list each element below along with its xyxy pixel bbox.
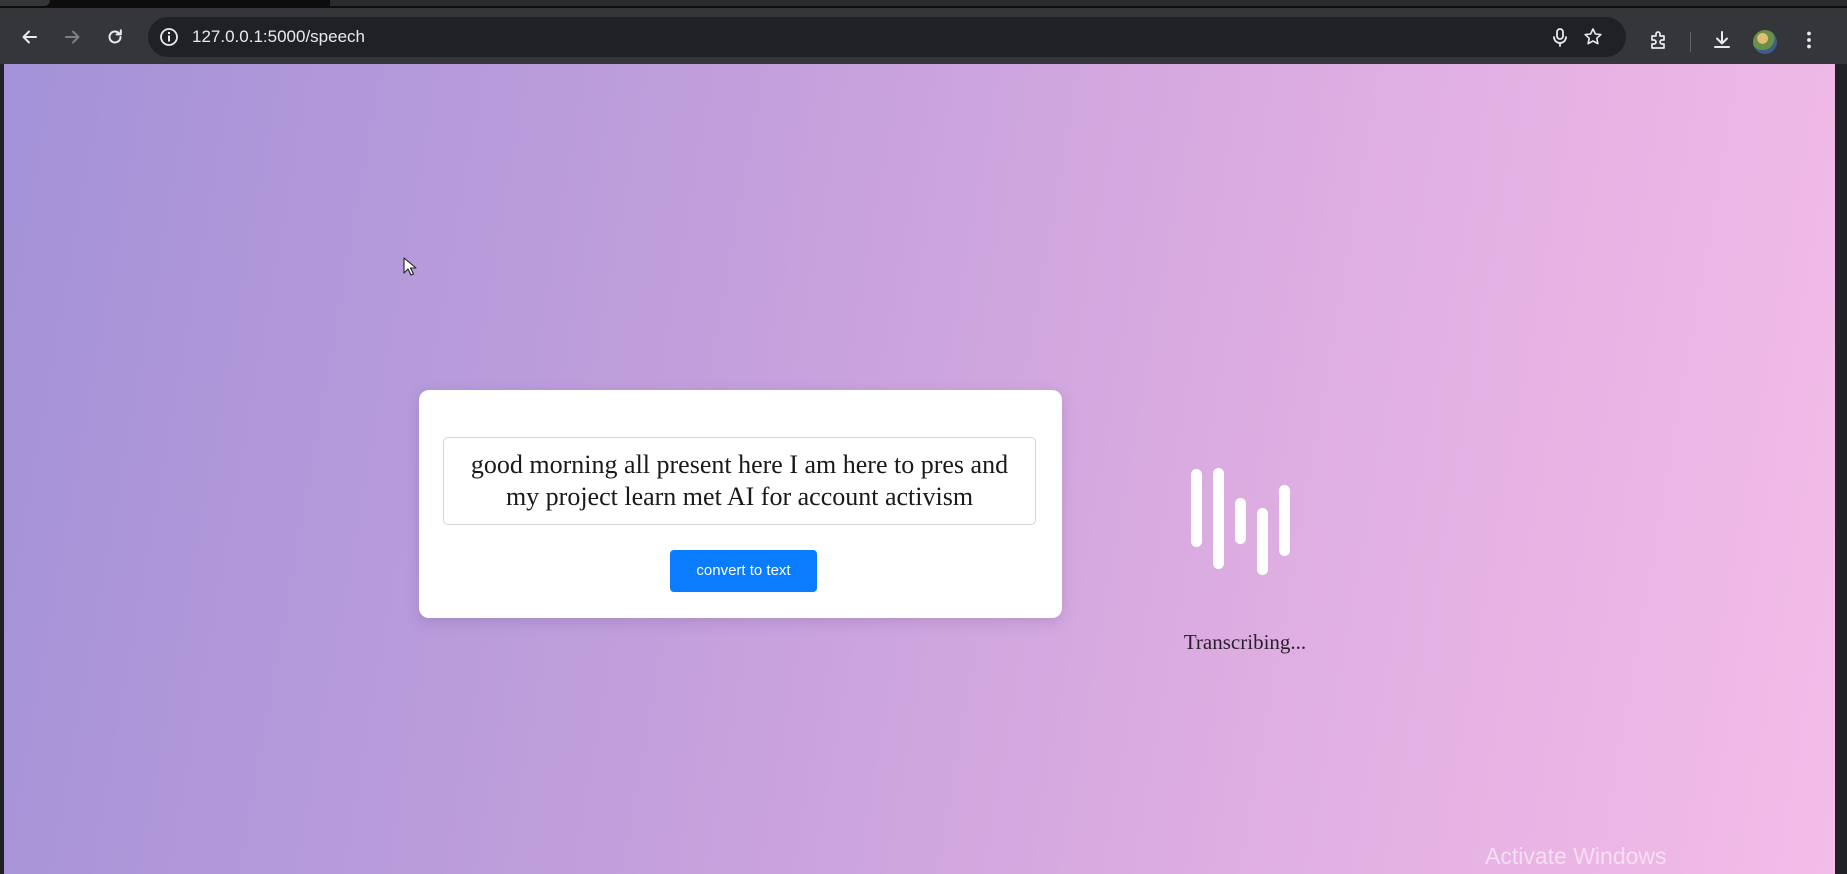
reload-button[interactable] bbox=[98, 20, 132, 54]
transcript-output[interactable]: good morning all present here I am here … bbox=[443, 437, 1036, 525]
speech-card: good morning all present here I am here … bbox=[419, 390, 1062, 618]
profile-avatar[interactable] bbox=[1753, 30, 1777, 54]
wave-bar bbox=[1213, 468, 1224, 569]
activate-windows-watermark: Activate Windows bbox=[1485, 843, 1667, 869]
browser-toolbar: 127.0.0.1:5000/speech bbox=[0, 8, 1847, 64]
extensions-icon[interactable] bbox=[1647, 28, 1671, 52]
transcribing-status: Transcribing... bbox=[1183, 630, 1307, 654]
back-icon bbox=[22, 30, 37, 44]
convert-to-text-button[interactable]: convert to text bbox=[670, 550, 817, 592]
address-bar[interactable]: 127.0.0.1:5000/speech bbox=[148, 17, 1626, 57]
forward-icon bbox=[65, 30, 80, 44]
tab-strip bbox=[0, 0, 1847, 8]
downloads-icon[interactable] bbox=[1710, 28, 1734, 52]
toolbar-separator bbox=[1690, 32, 1691, 52]
wave-bar bbox=[1257, 508, 1268, 575]
url-text[interactable]: 127.0.0.1:5000/speech bbox=[192, 17, 365, 57]
browser-window: 127.0.0.1:5000/speech good morning all p… bbox=[0, 0, 1847, 874]
wave-bar bbox=[1191, 469, 1202, 547]
bookmark-star-icon[interactable] bbox=[1582, 26, 1604, 48]
page-viewport: good morning all present here I am here … bbox=[4, 64, 1835, 874]
audio-waveform-icon bbox=[1191, 466, 1301, 576]
active-tab-edge[interactable] bbox=[0, 0, 50, 6]
microphone-icon[interactable] bbox=[1549, 26, 1571, 48]
back-button[interactable] bbox=[13, 20, 47, 54]
wave-bar bbox=[1279, 485, 1290, 556]
more-menu-icon[interactable] bbox=[1797, 28, 1821, 52]
wave-bar bbox=[1235, 498, 1246, 544]
window-border-right bbox=[1835, 64, 1847, 874]
reload-icon bbox=[108, 29, 122, 44]
forward-button[interactable] bbox=[55, 20, 89, 54]
info-icon[interactable] bbox=[158, 26, 180, 48]
tab-strip-background bbox=[330, 0, 1847, 6]
mouse-cursor-icon bbox=[403, 257, 417, 276]
